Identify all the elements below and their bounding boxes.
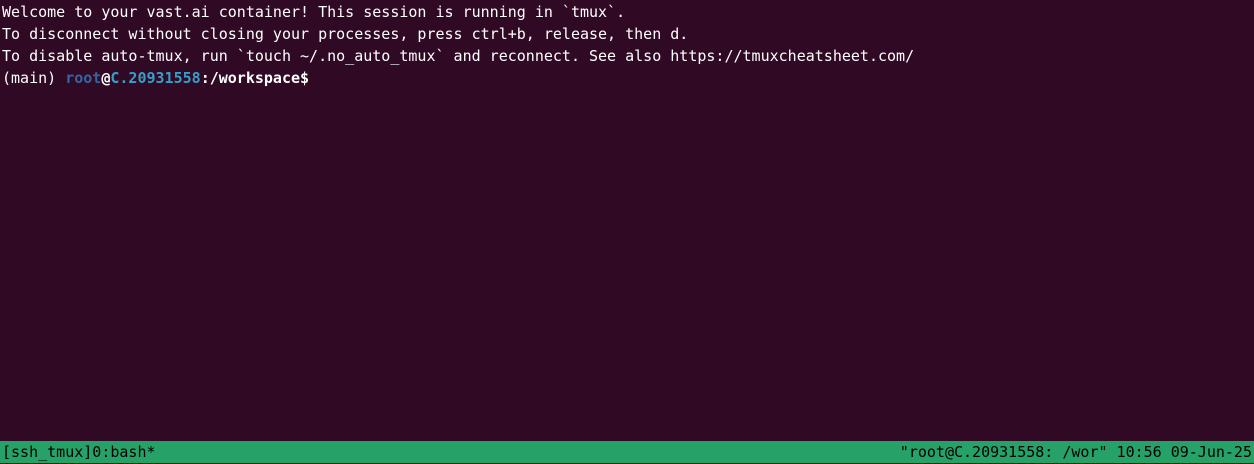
prompt-host: C.20931558 [110,69,201,87]
terminal-output[interactable]: Welcome to your vast.ai container! This … [2,1,1254,440]
disconnect-hint-line: To disconnect without closing your proce… [2,25,689,43]
prompt-env: (main) [2,69,66,87]
tmux-status-bar: [ssh_tmux]0:bash* "root@C.20931558: /wor… [0,441,1254,463]
welcome-line: Welcome to your vast.ai container! This … [2,3,626,21]
tmux-session-window[interactable]: [ssh_tmux]0:bash* [2,441,156,463]
tmux-status-right: "root@C.20931558: /wor" 10:56 09-Jun-25 [899,443,1252,461]
prompt-user: root [65,69,102,87]
disable-tmux-hint-line: To disable auto-tmux, run `touch ~/.no_a… [2,47,915,65]
prompt-path: :/workspace$ [200,69,310,87]
shell-prompt[interactable]: (main) root@C.20931558:/workspace$ [2,67,1254,89]
terminal-window[interactable]: Welcome to your vast.ai container! This … [0,0,1254,464]
